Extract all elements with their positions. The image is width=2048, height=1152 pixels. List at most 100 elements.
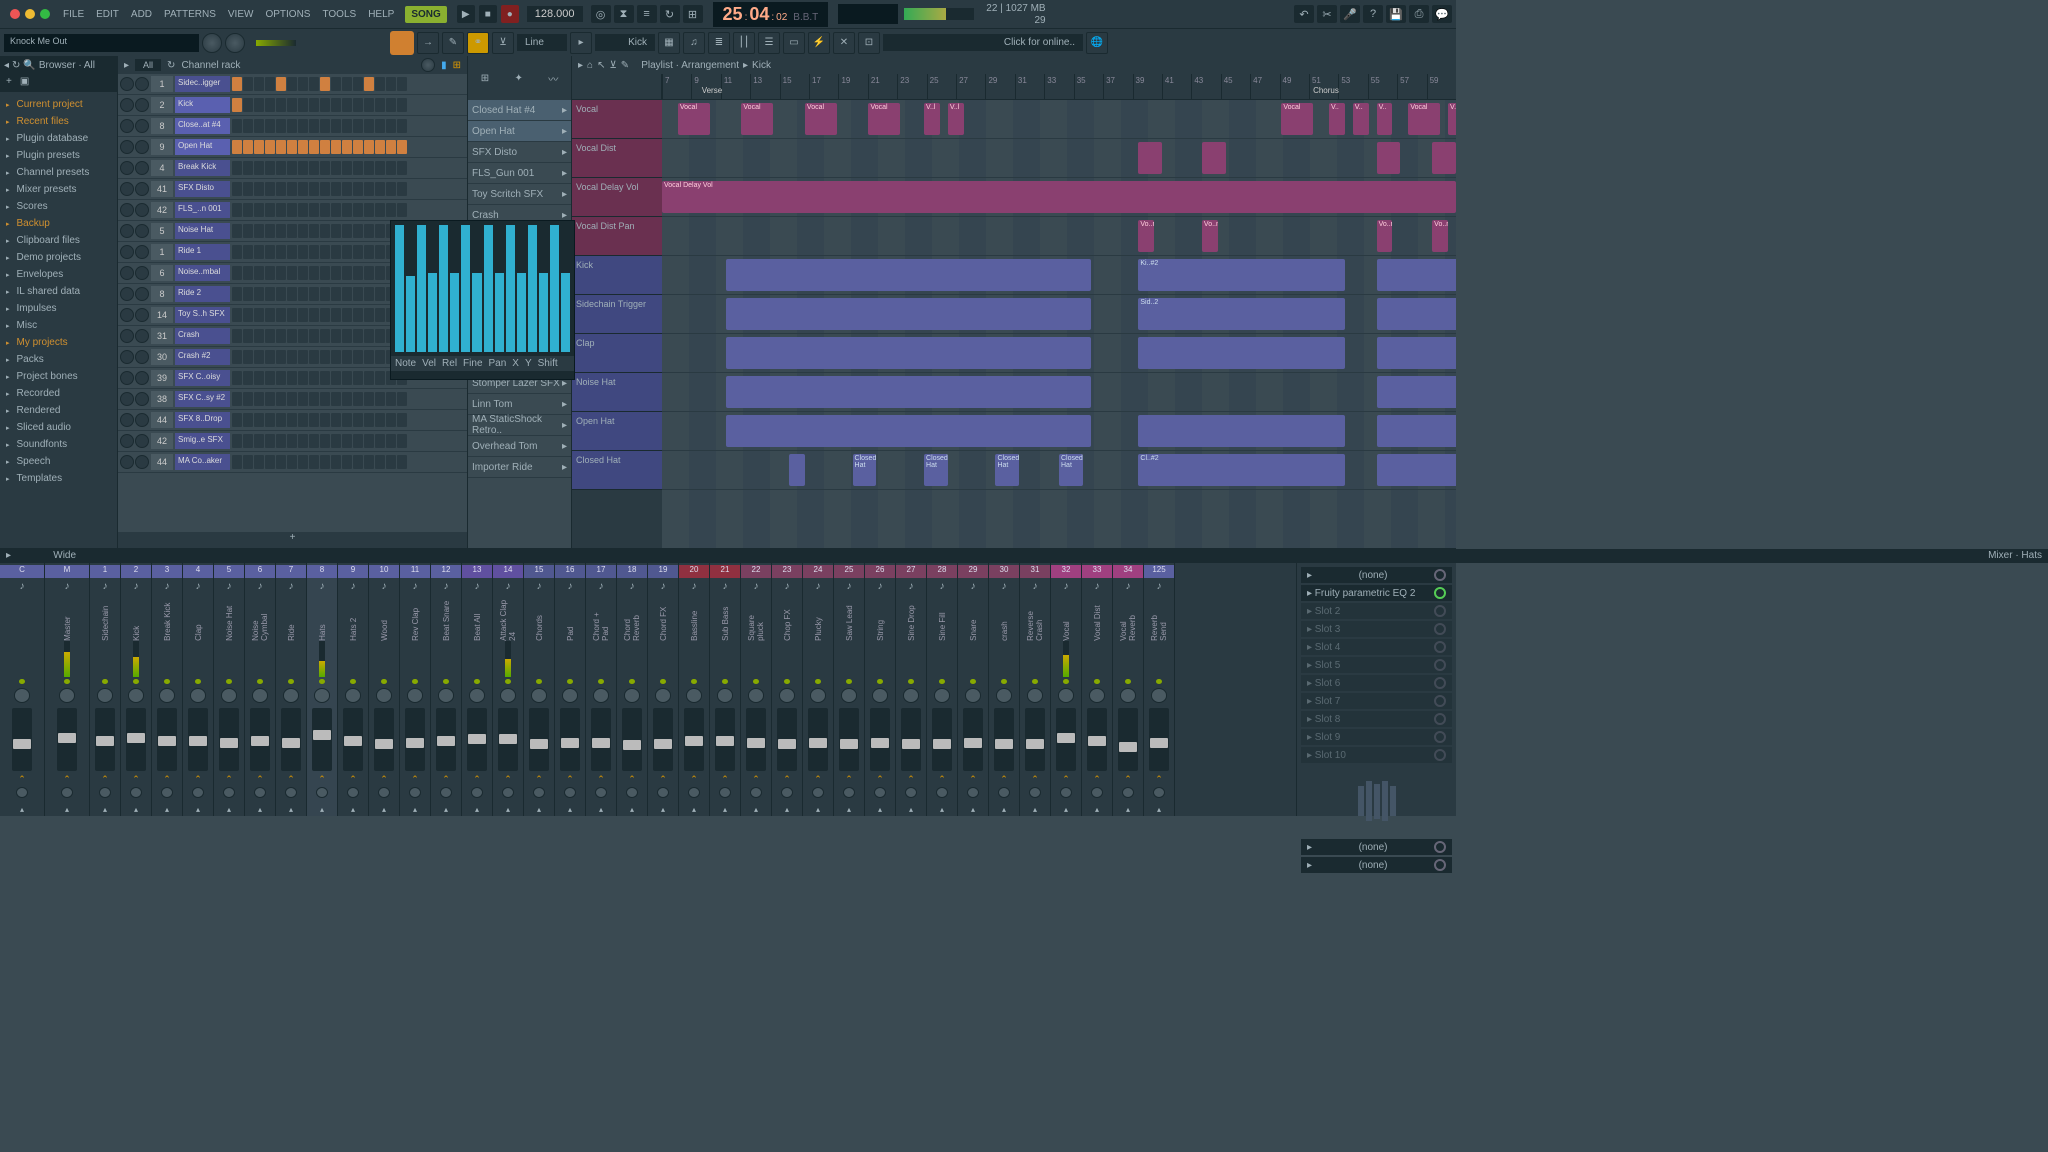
menu-help[interactable]: HELP xyxy=(363,5,399,24)
track-icon[interactable]: ♪ xyxy=(1121,581,1135,594)
step[interactable] xyxy=(276,455,286,469)
graph-bar[interactable] xyxy=(450,273,459,352)
bar-tick[interactable]: 29 xyxy=(985,74,1014,99)
fx-toggle[interactable]: ▴ xyxy=(20,805,24,814)
step[interactable] xyxy=(353,245,363,259)
pan-knob[interactable] xyxy=(120,455,134,469)
step[interactable] xyxy=(397,161,407,175)
track-number[interactable]: 32 xyxy=(1051,565,1081,578)
mute-led[interactable] xyxy=(226,679,232,684)
track-number[interactable]: 33 xyxy=(1082,565,1112,578)
step[interactable] xyxy=(331,434,341,448)
step[interactable] xyxy=(276,350,286,364)
fx-toggle[interactable]: ▴ xyxy=(134,805,138,814)
track-number[interactable]: 25 xyxy=(834,565,864,578)
tools-icon[interactable]: ✎ xyxy=(621,60,629,71)
pan-knob[interactable] xyxy=(748,688,764,703)
mixer-track[interactable]: 26♪String⌃▴ xyxy=(865,563,896,816)
time-marker[interactable]: Verse xyxy=(702,86,722,95)
step[interactable] xyxy=(331,350,341,364)
step[interactable] xyxy=(232,434,242,448)
volume-fader[interactable] xyxy=(1149,708,1169,771)
pan-knob[interactable] xyxy=(120,224,134,238)
menu-edit[interactable]: EDIT xyxy=(91,5,124,24)
step[interactable] xyxy=(309,140,319,154)
picker-item[interactable]: Open Hat▸ xyxy=(468,121,571,142)
clip[interactable]: Closed Hat xyxy=(853,454,877,486)
mixer-track[interactable]: 20♪Bassline⌃▴ xyxy=(679,563,710,816)
step[interactable] xyxy=(276,392,286,406)
step[interactable] xyxy=(298,161,308,175)
track-header[interactable]: Noise Hat xyxy=(572,373,662,412)
step[interactable] xyxy=(232,392,242,406)
route-arrow[interactable]: ⌃ xyxy=(378,774,390,785)
step[interactable] xyxy=(243,161,253,175)
mute-led[interactable] xyxy=(722,679,728,684)
step[interactable] xyxy=(287,455,297,469)
track-number[interactable]: C xyxy=(0,565,44,578)
step-sequencer[interactable] xyxy=(232,140,465,154)
track-header[interactable]: Kick xyxy=(572,256,662,295)
mute-led[interactable] xyxy=(598,679,604,684)
channel-name[interactable]: Sidec..igger xyxy=(175,76,230,92)
step-sequencer[interactable] xyxy=(232,455,465,469)
route-arrow[interactable]: ⌃ xyxy=(812,774,824,785)
step[interactable] xyxy=(320,329,330,343)
step[interactable] xyxy=(353,119,363,133)
step[interactable] xyxy=(232,455,242,469)
channel-name[interactable]: SFX Disto xyxy=(175,181,230,197)
save-icon[interactable]: 💾 xyxy=(1386,5,1406,23)
close-windows-icon[interactable]: ✕ xyxy=(833,32,855,54)
track-lane[interactable]: Vocal Delay Vol xyxy=(662,178,1456,217)
track-number[interactable]: 30 xyxy=(989,565,1019,578)
send-knob[interactable] xyxy=(440,787,452,798)
step[interactable] xyxy=(320,308,330,322)
clip[interactable] xyxy=(726,298,1091,330)
add-icon[interactable]: + xyxy=(6,76,12,90)
mixer-track[interactable]: 11♪Rev Clap⌃▴ xyxy=(400,563,431,816)
step[interactable] xyxy=(353,392,363,406)
track-number[interactable]: 5 xyxy=(214,565,244,578)
mute-led[interactable] xyxy=(691,679,697,684)
browser-item[interactable]: Current project xyxy=(0,96,117,113)
step[interactable] xyxy=(342,392,352,406)
step[interactable] xyxy=(298,308,308,322)
graph-label[interactable]: Shift xyxy=(538,358,558,369)
step[interactable] xyxy=(342,350,352,364)
step[interactable] xyxy=(243,308,253,322)
fx-toggle[interactable]: ▴ xyxy=(65,805,69,814)
clip[interactable] xyxy=(1377,376,1456,408)
step[interactable] xyxy=(298,350,308,364)
step[interactable] xyxy=(364,329,374,343)
bar-tick[interactable]: 57 xyxy=(1397,74,1426,99)
route-arrow[interactable]: ⌃ xyxy=(564,774,576,785)
route-arrow[interactable]: ⌃ xyxy=(254,774,266,785)
send-knob[interactable] xyxy=(61,787,73,798)
fx-toggle[interactable]: ▴ xyxy=(1095,805,1099,814)
online-search[interactable]: Click for online.. xyxy=(883,34,1083,51)
vol-knob[interactable] xyxy=(135,161,149,175)
track-icon[interactable]: ♪ xyxy=(1152,581,1166,594)
track-lane[interactable] xyxy=(662,373,1456,412)
tempo-display[interactable]: 128.000 xyxy=(527,6,583,22)
bar-tick[interactable]: 15 xyxy=(780,74,809,99)
send-knob[interactable] xyxy=(1029,787,1041,798)
step[interactable] xyxy=(309,287,319,301)
vol-knob[interactable] xyxy=(135,140,149,154)
step[interactable] xyxy=(276,245,286,259)
clip[interactable] xyxy=(1432,142,1456,174)
step[interactable] xyxy=(232,98,242,112)
route-arrow[interactable]: ⌃ xyxy=(347,774,359,785)
track-icon[interactable]: ♪ xyxy=(315,581,329,594)
step-sequencer[interactable] xyxy=(232,434,465,448)
browser-item[interactable]: Sliced audio xyxy=(0,419,117,436)
clip[interactable] xyxy=(726,415,1091,447)
track-lane[interactable]: VocalVocalVocalVocalV..lV..lVocalV..V..V… xyxy=(662,100,1456,139)
send-knob[interactable] xyxy=(192,787,204,798)
mixer-track[interactable]: 23♪Chop FX⌃▴ xyxy=(772,563,803,816)
step[interactable] xyxy=(364,161,374,175)
clip[interactable] xyxy=(1377,454,1456,486)
pan-knob[interactable] xyxy=(97,688,113,703)
graph-label[interactable]: Note xyxy=(395,358,416,369)
output-select[interactable]: ▸(none) xyxy=(1301,839,1452,855)
